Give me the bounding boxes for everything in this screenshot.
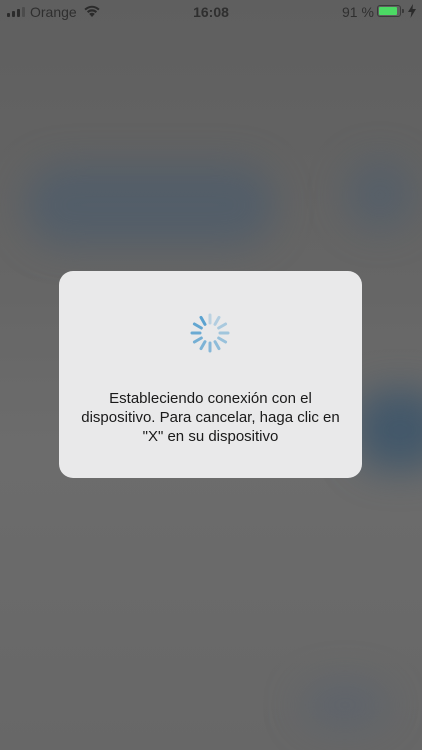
blurred-element-bottom [300,680,390,730]
charging-bolt-icon [408,4,416,18]
status-bar: Orange 16:08 91 % [0,0,422,24]
blurred-icon-right [345,160,415,230]
spinner-tick [217,336,228,344]
connection-message: Estableciendo conexión con el dispositiv… [81,390,340,445]
battery-cap [402,9,404,13]
loading-spinner-icon [190,313,230,353]
battery-fill [379,7,398,15]
spinner-tick [192,322,203,330]
battery-percentage: 91 % [342,4,374,20]
blurred-field-left [25,165,275,245]
spinner-tick [199,315,207,326]
blurred-button-right [355,390,422,470]
connection-dialog: Estableciendo conexión con el dispositiv… [59,271,362,478]
spinner-tick [192,336,203,344]
spinner-tick [199,340,207,351]
spinner-tick [213,315,221,326]
battery-icon [377,5,401,17]
spinner-tick [213,340,221,351]
spinner-tick [217,322,228,330]
